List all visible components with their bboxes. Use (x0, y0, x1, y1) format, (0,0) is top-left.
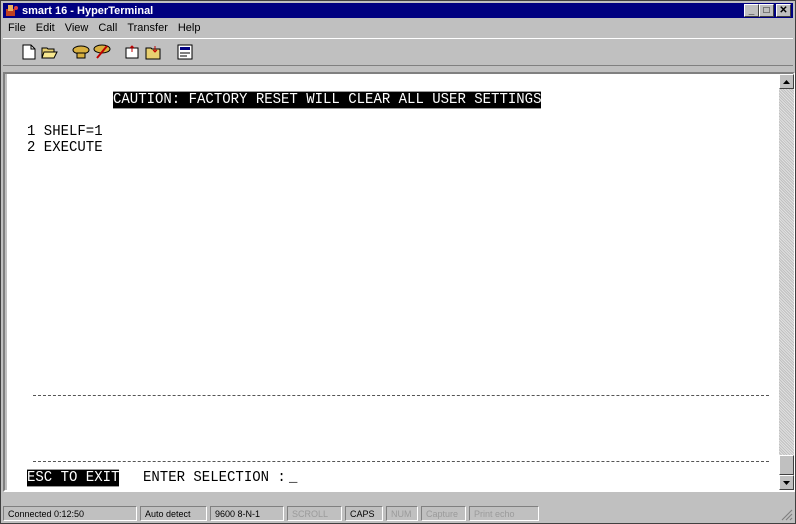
disconnect-icon (93, 44, 110, 59)
resize-grip-icon[interactable] (781, 509, 793, 521)
maximize-button[interactable]: □ (759, 4, 774, 17)
hyperterminal-window: smart 16 - HyperTerminal _ □ ✕ File Edit… (0, 0, 796, 524)
divider-line (33, 461, 769, 462)
caution-banner: CAUTION: FACTORY RESET WILL CLEAR ALL US… (113, 91, 542, 109)
window-title: smart 16 - HyperTerminal (22, 4, 154, 17)
minimize-button[interactable]: _ (744, 4, 759, 17)
num-indicator: NUM (386, 506, 418, 521)
divider-line (33, 395, 769, 396)
menu-option-execute: 2 EXECUTE (27, 139, 103, 157)
text-cursor: _ (289, 469, 298, 487)
connection-status: Connected 0:12:50 (3, 506, 137, 521)
connect-button[interactable] (70, 43, 91, 62)
menu-option-shelf: 1 SHELF=1 (27, 123, 103, 141)
properties-icon (177, 44, 192, 60)
hyperterminal-app-icon (6, 4, 18, 16)
close-button[interactable]: ✕ (776, 4, 791, 17)
scroll-up-button[interactable] (779, 74, 794, 89)
print-echo-indicator: Print echo (469, 506, 539, 521)
send-icon (125, 45, 138, 59)
caps-indicator: CAPS (345, 506, 383, 521)
open-icon (41, 47, 58, 59)
menu-bar: File Edit View Call Transfer Help (3, 20, 205, 36)
receive-icon (145, 45, 160, 59)
title-bar[interactable]: smart 16 - HyperTerminal _ □ ✕ (3, 3, 793, 18)
new-icon (22, 44, 35, 60)
arrow-down-icon (783, 480, 790, 485)
scroll-indicator: SCROLL (287, 506, 342, 521)
new-button[interactable] (18, 43, 39, 62)
port-settings: 9600 8-N-1 (210, 506, 284, 521)
esc-exit-label: ESC TO EXIT (27, 469, 120, 487)
scroll-thumb[interactable] (779, 455, 794, 475)
menu-help[interactable]: Help (173, 22, 206, 34)
send-button[interactable] (122, 43, 143, 62)
scroll-down-button[interactable] (779, 475, 794, 490)
connect-icon (72, 45, 89, 59)
terminal-screen[interactable]: CAUTION: FACTORY RESET WILL CLEAR ALL US… (7, 74, 779, 490)
arrow-up-icon (783, 79, 790, 84)
status-bar: Connected 0:12:50 Auto detect 9600 8-N-1… (3, 505, 793, 522)
receive-button[interactable] (143, 43, 164, 62)
toolbar (3, 38, 793, 66)
menu-transfer[interactable]: Transfer (122, 22, 173, 34)
menu-file[interactable]: File (3, 22, 31, 34)
window-controls: _ □ ✕ (744, 4, 791, 17)
properties-button[interactable] (174, 43, 195, 62)
disconnect-button[interactable] (91, 43, 112, 62)
selection-prompt: ENTER SELECTION : (143, 469, 286, 487)
capture-indicator: Capture (421, 506, 466, 521)
menu-edit[interactable]: Edit (31, 22, 60, 34)
menu-call[interactable]: Call (93, 22, 122, 34)
detect-status: Auto detect (140, 506, 207, 521)
menu-view[interactable]: View (60, 22, 94, 34)
vertical-scrollbar[interactable] (779, 74, 794, 490)
open-button[interactable] (39, 43, 60, 62)
